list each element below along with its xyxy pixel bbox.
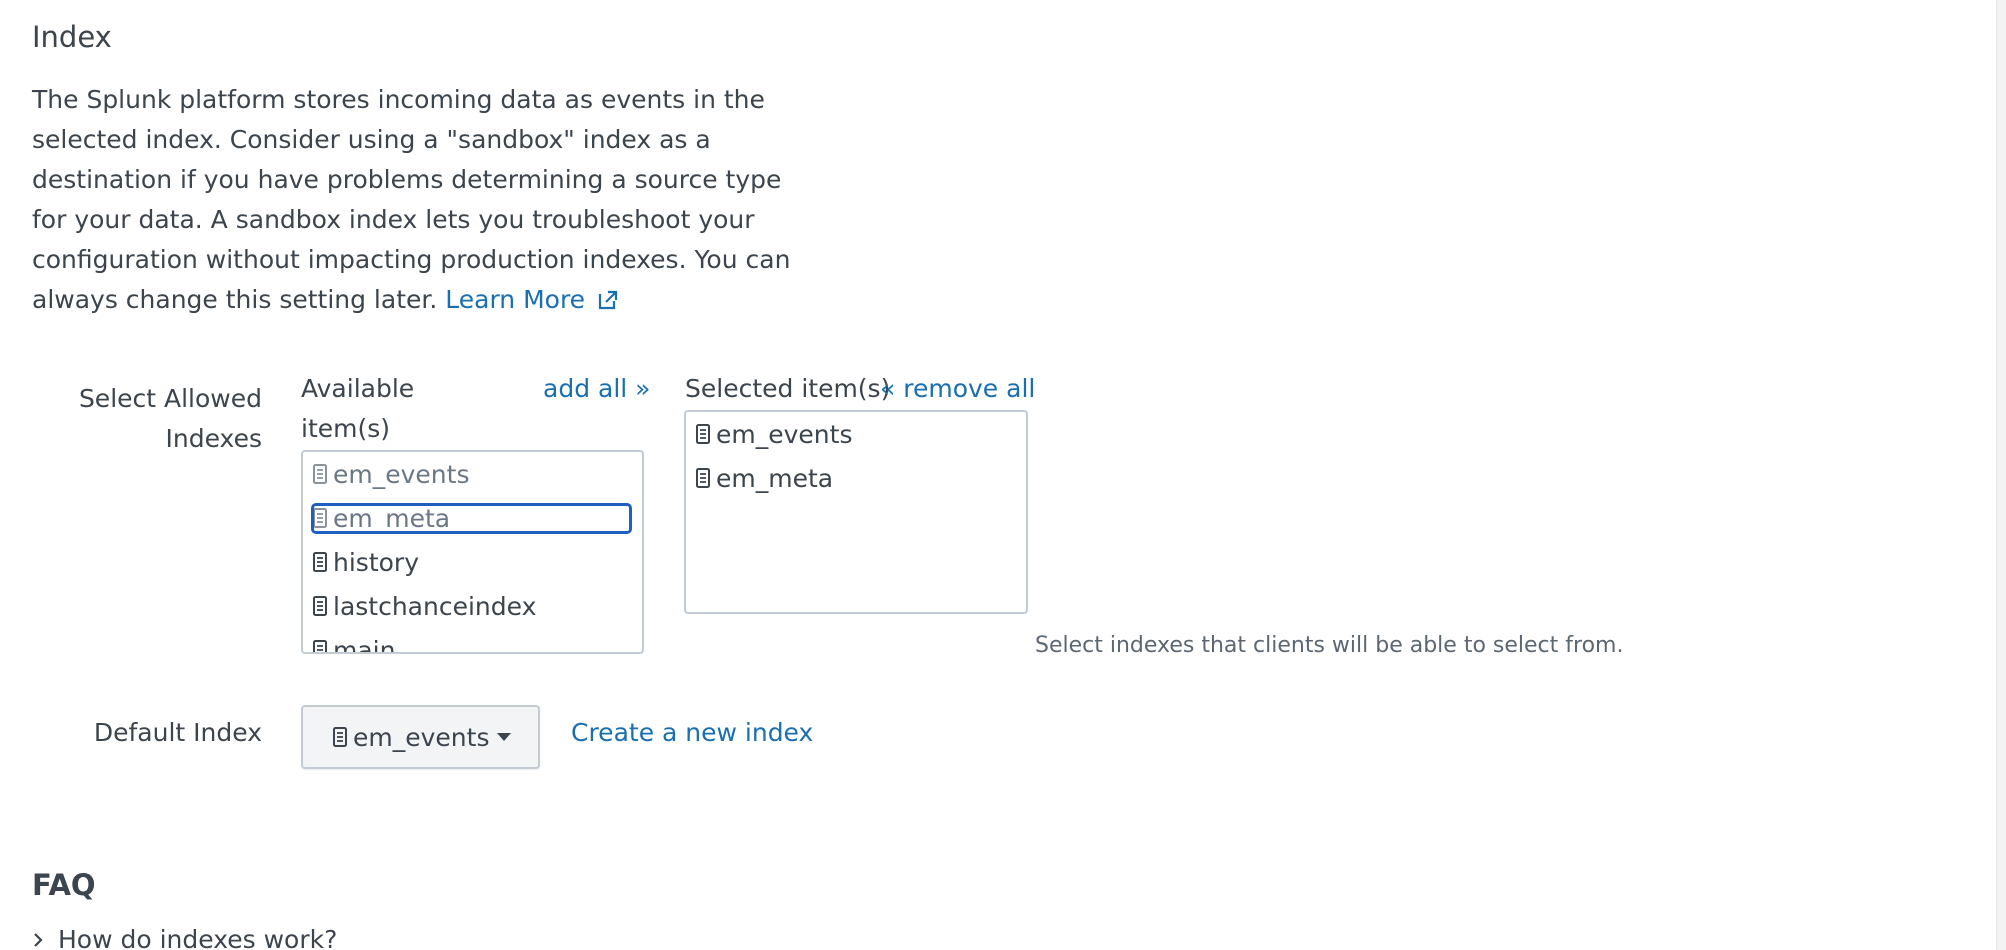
chevron-right-icon <box>34 932 43 947</box>
list-item-label: history <box>333 547 419 577</box>
index-icon <box>696 424 710 444</box>
description-text: The Splunk platform stores incoming data… <box>32 85 791 314</box>
list-item[interactable]: em_meta <box>686 456 1026 500</box>
index-settings-page: Index The Splunk platform stores incomin… <box>0 0 2006 950</box>
available-items-header: Available item(s) <box>301 374 415 443</box>
list-item-label: em_events <box>333 459 470 489</box>
focus-ring <box>311 503 632 534</box>
learn-more-label: Learn More <box>445 285 586 314</box>
list-item[interactable]: lastchanceindex <box>303 584 642 628</box>
list-item-label: em_events <box>716 419 853 449</box>
list-item[interactable]: history <box>303 540 642 584</box>
add-all-link[interactable]: add all » <box>543 369 650 409</box>
allowed-indexes-label: Select Allowed Indexes <box>78 384 262 453</box>
selected-items-list[interactable]: em_events em_meta <box>684 410 1028 614</box>
list-item-label: lastchanceindex <box>333 591 537 621</box>
list-item[interactable]: em_events <box>686 412 1026 456</box>
allowed-indexes-help: Select indexes that clients will be able… <box>1035 633 1624 658</box>
section-title: Index <box>32 20 112 54</box>
selected-items-header: Selected item(s) <box>685 374 891 403</box>
index-icon <box>313 552 327 572</box>
learn-more-link[interactable]: Learn More <box>445 285 619 314</box>
list-item[interactable]: em_meta <box>303 496 642 540</box>
index-icon <box>333 727 347 747</box>
list-item-label: em_meta <box>716 463 834 493</box>
list-item[interactable]: main <box>303 628 642 654</box>
faq-title: FAQ <box>32 868 96 902</box>
list-item[interactable]: em_events <box>303 452 642 496</box>
list-item-label: main <box>333 635 396 654</box>
page-scrollbar[interactable] <box>1996 0 2006 950</box>
default-index-label: Default Index <box>93 718 262 747</box>
create-new-index-link[interactable]: Create a new index <box>571 713 813 753</box>
available-items-list[interactable]: em_events em_meta history lastchanceinde… <box>301 450 644 654</box>
caret-down-icon <box>497 733 512 741</box>
default-index-dropdown[interactable]: em_events <box>301 705 540 769</box>
faq-item[interactable]: How do indexes work? <box>32 925 337 950</box>
section-description: The Splunk platform stores incoming data… <box>32 80 822 320</box>
external-link-icon <box>598 290 618 310</box>
remove-all-link[interactable]: « remove all <box>880 369 1035 409</box>
index-icon <box>313 596 327 616</box>
default-index-value: em_events <box>353 722 490 752</box>
index-icon <box>313 464 327 484</box>
index-icon <box>313 640 327 652</box>
faq-item-label: How do indexes work? <box>58 925 338 950</box>
index-icon <box>696 468 710 488</box>
